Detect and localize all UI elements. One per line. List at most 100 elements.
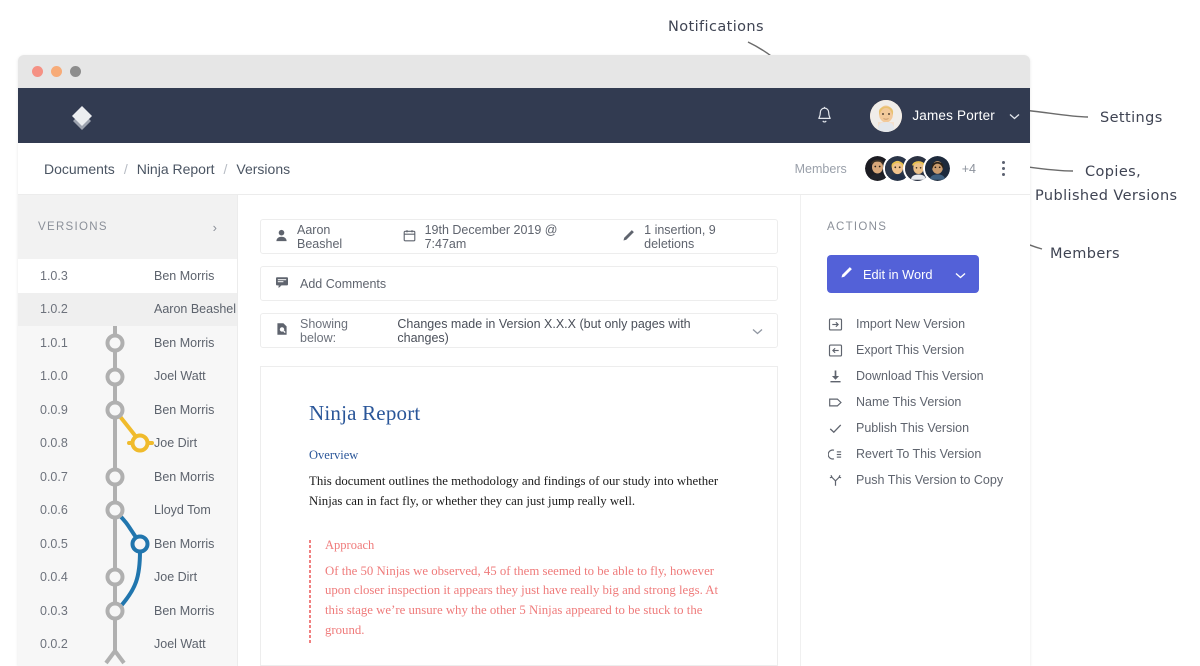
- version-number: 0.0.7: [40, 469, 68, 484]
- version-node-yellow-branch-icon: [84, 427, 144, 461]
- action-import-new-version[interactable]: Import New Version: [827, 311, 1030, 337]
- browser-window: James Porter Documents / Ninja Report / …: [18, 55, 1030, 666]
- member-avatar-4[interactable]: [922, 154, 952, 183]
- document-changed-block: Approach Of the 50 Ninjas we observed, 4…: [309, 538, 729, 644]
- version-number: 0.0.9: [40, 402, 68, 417]
- breadcrumb-item-ninja-report[interactable]: Ninja Report: [137, 161, 215, 177]
- version-row-0-0-4[interactable]: 0.0.4 Joe Dirt: [18, 561, 237, 595]
- action-label: Publish This Version: [856, 421, 970, 435]
- breadcrumb-item-versions[interactable]: Versions: [236, 161, 290, 177]
- chevron-down-icon[interactable]: [955, 267, 966, 282]
- version-row-0-0-7[interactable]: 0.0.7 Ben Morris: [18, 460, 237, 494]
- action-label: Export This Version: [856, 343, 965, 357]
- version-row-0-0-2[interactable]: 0.0.2 Joel Watt: [18, 628, 237, 662]
- version-node-ring-grey-icon: [84, 628, 144, 662]
- avatar: [870, 99, 903, 132]
- version-author: Joe Dirt: [154, 570, 198, 585]
- version-number: 1.0.0: [40, 369, 68, 384]
- version-author: Ben Morris: [154, 469, 215, 484]
- versions-sidebar: VERSIONS › 1.0.3 Ben Morris 1.0.2 Aaron …: [18, 195, 238, 666]
- action-revert-to-this-version[interactable]: Revert To This Version: [827, 441, 1030, 467]
- versions-sidebar-header[interactable]: VERSIONS ›: [18, 195, 237, 259]
- window-close-button[interactable]: [32, 66, 43, 77]
- version-author: Lloyd Tom: [154, 503, 211, 518]
- chevron-down-icon[interactable]: [752, 324, 763, 338]
- document-title: Ninja Report: [309, 401, 421, 425]
- action-label: Download This Version: [856, 369, 984, 383]
- version-row-0-0-5[interactable]: 0.0.5 Ben Morris: [18, 527, 237, 561]
- chevron-down-icon: [1009, 107, 1020, 125]
- version-author: Joel Watt: [154, 637, 206, 652]
- action-publish-this-version[interactable]: Publish This Version: [827, 415, 1030, 441]
- import-icon: [827, 316, 843, 332]
- versions-list: 1.0.3 Ben Morris 1.0.2 Aaron Beashel 1.0…: [18, 259, 237, 661]
- version-number: 0.0.2: [40, 637, 68, 652]
- version-info-bar: Aaron Beashel 19th December 2019 @ 7:47a…: [260, 219, 778, 254]
- window-minimize-button[interactable]: [51, 66, 62, 77]
- annotation-settings: Settings: [1100, 110, 1163, 126]
- action-label: Revert To This Version: [856, 447, 982, 461]
- version-row-1-0-3[interactable]: 1.0.3 Ben Morris: [18, 259, 237, 293]
- document-overview-heading: Overview: [309, 448, 359, 462]
- add-comments-label: Add Comments: [300, 276, 387, 291]
- version-author: Joe Dirt: [154, 436, 198, 451]
- action-name-this-version[interactable]: Name This Version: [827, 389, 1030, 415]
- breadcrumb-separator-1: /: [123, 160, 128, 177]
- breadcrumb-bar: Documents / Ninja Report / Versions Memb…: [18, 143, 1030, 195]
- version-row-0-0-3[interactable]: 0.0.3 Ben Morris: [18, 594, 237, 628]
- version-author: Ben Morris: [154, 603, 215, 618]
- version-node-blue-branch-icon: [84, 527, 144, 561]
- document-overview-body: This document outlines the methodology a…: [309, 474, 719, 508]
- version-row-1-0-2[interactable]: 1.0.2 Aaron Beashel: [18, 292, 237, 326]
- export-icon: [827, 342, 843, 358]
- version-author: Joel Watt: [154, 369, 206, 384]
- person-icon: [275, 229, 288, 245]
- version-row-0-0-9[interactable]: 0.0.9 Ben Morris: [18, 393, 237, 427]
- version-row-0-0-6[interactable]: 0.0.6 Lloyd Tom: [18, 494, 237, 528]
- navbar-right-group: James Porter: [806, 88, 1020, 143]
- chevron-right-icon[interactable]: ›: [213, 220, 217, 235]
- annotation-copies-line2: Published Versions: [1035, 188, 1178, 204]
- actions-panel: ACTIONS Edit in Word Import New Version …: [800, 195, 1030, 666]
- version-number: 1.0.3: [40, 268, 68, 283]
- version-number: 0.0.8: [40, 436, 68, 451]
- edit-in-word-button[interactable]: Edit in Word: [827, 255, 979, 293]
- annotation-notifications: Notifications: [668, 19, 764, 35]
- breadcrumb-separator-2: /: [223, 160, 228, 177]
- version-row-1-0-1[interactable]: 1.0.1 Ben Morris: [18, 326, 237, 360]
- check-icon: [827, 420, 843, 436]
- diamond-logo[interactable]: [58, 88, 106, 143]
- version-node-ring-grey-icon: [84, 561, 144, 595]
- add-comments-button[interactable]: Add Comments: [260, 266, 778, 301]
- versions-sidebar-title: VERSIONS: [38, 221, 108, 233]
- actions-panel-title: ACTIONS: [827, 221, 888, 233]
- version-node-filled-dark-icon: [84, 259, 144, 293]
- version-row-1-0-0[interactable]: 1.0.0 Joel Watt: [18, 360, 237, 394]
- action-download-this-version[interactable]: Download This Version: [827, 363, 1030, 389]
- action-export-this-version[interactable]: Export This Version: [827, 337, 1030, 363]
- version-node-ring-grey-icon: [84, 494, 144, 528]
- version-number: 1.0.1: [40, 335, 68, 350]
- annotation-members: Members: [1050, 246, 1120, 262]
- breadcrumb-item-documents[interactable]: Documents: [44, 161, 115, 177]
- calendar-icon: [403, 229, 416, 245]
- version-node-ring-grey-icon: [84, 393, 144, 427]
- showing-filter-bar[interactable]: Showing below: Changes made in Version X…: [260, 313, 778, 348]
- kebab-dot-1: [1001, 161, 1005, 164]
- window-titlebar: [18, 55, 1030, 88]
- action-push-this-version-to-copy[interactable]: Push This Version to Copy: [827, 467, 1030, 493]
- user-menu[interactable]: James Porter: [870, 99, 1020, 132]
- comment-icon: [275, 275, 289, 292]
- action-label: Name This Version: [856, 395, 962, 409]
- bell-icon[interactable]: [806, 106, 842, 125]
- version-row-0-0-8[interactable]: 0.0.8 Joe Dirt: [18, 427, 237, 461]
- kebab-dot-2: [1001, 167, 1005, 170]
- download-icon: [827, 368, 843, 384]
- window-zoom-button[interactable]: [70, 66, 81, 77]
- action-label: Push This Version to Copy: [856, 473, 1004, 487]
- version-number: 0.0.5: [40, 536, 68, 551]
- member-overflow-count[interactable]: +4: [962, 162, 976, 176]
- showing-value: Changes made in Version X.X.X (but only …: [397, 316, 691, 345]
- version-node-ring-grey-icon: [84, 360, 144, 394]
- more-options-icon[interactable]: [994, 161, 1012, 176]
